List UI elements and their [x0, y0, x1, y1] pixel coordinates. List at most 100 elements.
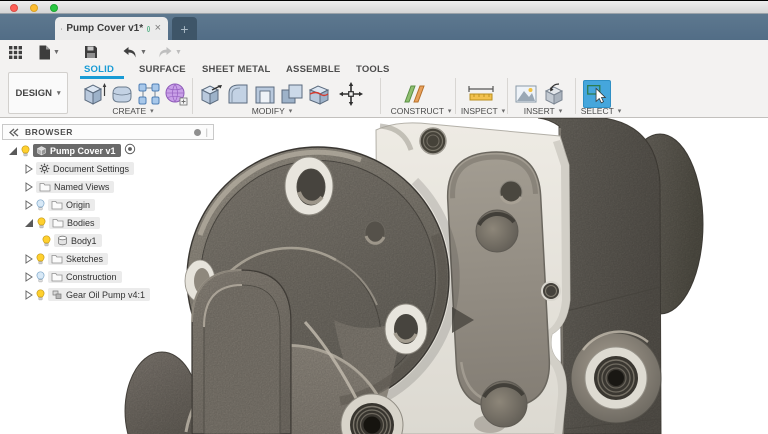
- visibility-bulb-on-icon[interactable]: [37, 217, 46, 229]
- expander-closed-icon[interactable]: [24, 272, 33, 282]
- document-tab[interactable]: Pump Cover v1* ×: [55, 17, 168, 40]
- assembly-icon: [51, 289, 63, 300]
- canvas-image-icon: [513, 81, 539, 107]
- move-button[interactable]: [338, 80, 364, 108]
- browser-row-construction[interactable]: Construction: [2, 269, 214, 284]
- chevron-down-icon: ▾: [502, 107, 506, 115]
- visibility-bulb-off-icon[interactable]: [36, 271, 45, 283]
- ribbon-separator: [455, 78, 456, 114]
- visibility-bulb-on-icon[interactable]: [21, 145, 30, 157]
- move-cross-icon: [338, 81, 364, 107]
- window-titlebar: [0, 0, 768, 14]
- browser-row-body1[interactable]: Body1: [2, 233, 214, 248]
- chevron-down-icon: ▾: [559, 107, 563, 115]
- select-tool-button[interactable]: [583, 80, 611, 108]
- group-label-construct[interactable]: CONSTRUCT ▾: [391, 106, 452, 116]
- insert-mesh-button[interactable]: [541, 80, 567, 108]
- split-face-icon: [306, 81, 332, 107]
- rear-port: [571, 332, 661, 423]
- file-icon: [38, 45, 51, 60]
- window-close-button[interactable]: [10, 4, 18, 12]
- group-label-select[interactable]: SELECT ▾: [581, 106, 622, 116]
- tab-tools[interactable]: TOOLS: [356, 64, 390, 75]
- tree-item-pump-cover: Pump Cover v1: [33, 144, 121, 157]
- gear-cavity[interactable]: [445, 150, 551, 411]
- browser-row-bodies[interactable]: Bodies: [2, 215, 214, 230]
- file-menu-button[interactable]: ▼: [38, 44, 60, 60]
- visibility-bulb-on-icon[interactable]: [36, 253, 45, 265]
- tab-surface[interactable]: SURFACE: [139, 64, 186, 75]
- ribbon-separator: [507, 78, 508, 114]
- create-form-button[interactable]: [163, 80, 189, 108]
- tab-assemble[interactable]: ASSEMBLE: [286, 64, 340, 75]
- window-zoom-button[interactable]: [50, 4, 58, 12]
- new-tab-button[interactable]: +: [172, 17, 197, 40]
- expander-open-icon[interactable]: [8, 146, 18, 156]
- shell-button[interactable]: [252, 80, 278, 108]
- visibility-bulb-on-icon[interactable]: [42, 235, 51, 247]
- grid-icon: [8, 45, 23, 60]
- browser-header[interactable]: BROWSER |: [2, 124, 214, 140]
- press-pull-button[interactable]: [198, 80, 224, 108]
- expander-closed-icon[interactable]: [24, 164, 33, 174]
- form-button[interactable]: [109, 80, 135, 108]
- tab-close-icon[interactable]: ×: [154, 23, 162, 34]
- combine-icon: [279, 81, 305, 107]
- group-label-insert[interactable]: INSERT ▾: [524, 106, 563, 116]
- expander-closed-icon[interactable]: [24, 290, 33, 300]
- workspace-selector-design[interactable]: DESIGN ▾: [8, 72, 68, 114]
- new-body-button[interactable]: [82, 80, 108, 108]
- insert-image-button[interactable]: [513, 80, 539, 108]
- tab-solid[interactable]: SOLID: [84, 64, 114, 75]
- chevron-down-icon: ▾: [57, 89, 61, 97]
- sketch-nodes-icon: [136, 81, 162, 107]
- component-icon: [36, 145, 47, 156]
- chevron-down-icon: ▼: [140, 49, 147, 56]
- insert-mesh-icon: [541, 81, 567, 107]
- visibility-bulb-on-icon[interactable]: [36, 289, 45, 301]
- visibility-bulb-off-icon[interactable]: [36, 199, 45, 211]
- panel-options-icon[interactable]: [194, 129, 201, 136]
- select-cursor-icon: [584, 81, 610, 107]
- collapse-panel-icon[interactable]: [8, 127, 20, 138]
- gear-icon: [39, 163, 50, 174]
- fillet-button[interactable]: [225, 80, 251, 108]
- browser-row-sketches[interactable]: Sketches: [2, 251, 214, 266]
- activate-component-radio[interactable]: [124, 142, 136, 160]
- browser-row-pump-cover[interactable]: Pump Cover v1: [2, 143, 214, 158]
- group-label-create[interactable]: CREATE ▾: [112, 106, 153, 116]
- app-grid-button[interactable]: [8, 44, 23, 60]
- construct-plane-button[interactable]: [402, 80, 428, 108]
- sketch-button[interactable]: [136, 80, 162, 108]
- browser-row-named-views[interactable]: Named Views: [2, 179, 214, 194]
- browser-row-gear-oil-pump[interactable]: Gear Oil Pump v4:1: [2, 287, 214, 302]
- group-label-inspect[interactable]: INSPECT ▾: [461, 106, 505, 116]
- design-label: DESIGN: [16, 88, 52, 99]
- browser-row-document-settings[interactable]: Document Settings: [2, 161, 214, 176]
- redo-button[interactable]: ▼: [157, 44, 182, 60]
- chevron-down-icon: ▾: [289, 107, 293, 115]
- combine-button[interactable]: [279, 80, 305, 108]
- split-face-button[interactable]: [306, 80, 332, 108]
- undo-button[interactable]: ▼: [122, 44, 147, 60]
- tab-sheet-metal[interactable]: SHEET METAL: [202, 64, 271, 75]
- browser-panel: BROWSER | Pump Cover v1: [2, 124, 214, 302]
- browser-row-origin[interactable]: Origin: [2, 197, 214, 212]
- save-button[interactable]: [84, 44, 98, 60]
- ribbon-separator: [192, 78, 193, 114]
- construction-planes-icon: [402, 81, 428, 107]
- document-cube-icon: [61, 23, 62, 35]
- expander-closed-icon[interactable]: [24, 254, 33, 264]
- document-tab-label: Pump Cover v1*: [66, 23, 143, 34]
- window-minimize-button[interactable]: [30, 4, 38, 12]
- save-icon: [84, 45, 98, 59]
- group-label-modify[interactable]: MODIFY ▾: [252, 106, 293, 116]
- measure-button[interactable]: [466, 80, 496, 108]
- 3d-viewport[interactable]: BROWSER | Pump Cover v1: [0, 118, 768, 434]
- folder-icon: [51, 200, 63, 210]
- browser-title: BROWSER: [25, 127, 73, 137]
- expander-closed-icon[interactable]: [24, 182, 33, 192]
- expander-open-icon[interactable]: [24, 218, 34, 228]
- chevron-down-icon: ▼: [175, 49, 182, 56]
- expander-closed-icon[interactable]: [24, 200, 33, 210]
